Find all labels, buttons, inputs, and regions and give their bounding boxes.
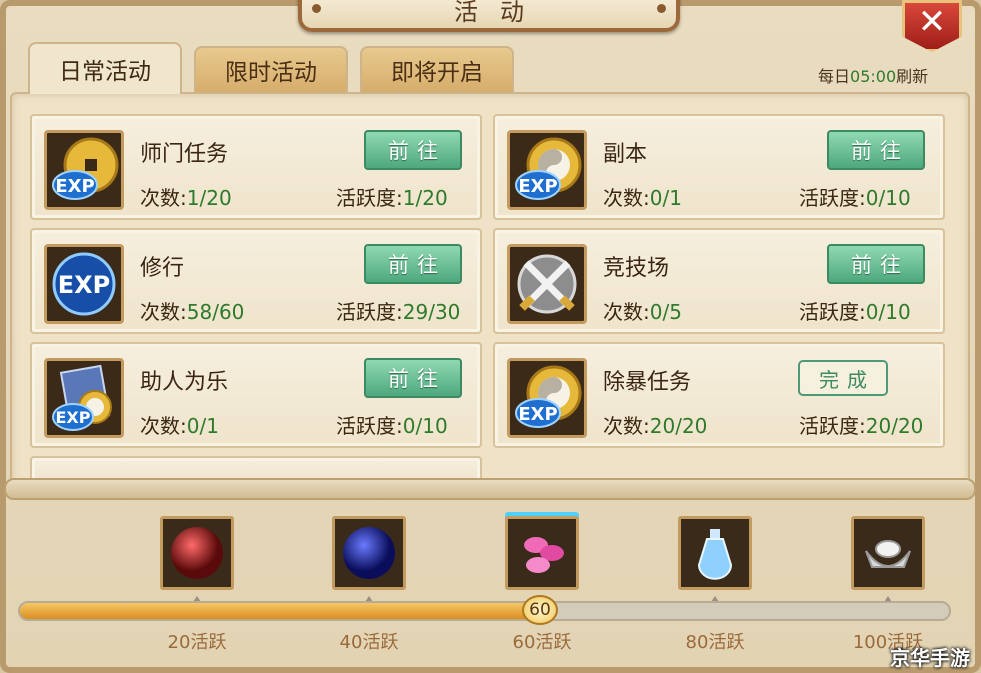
count-value: 0/1	[649, 186, 682, 210]
count-value: 20/20	[649, 414, 708, 438]
activity-text: 活跃度:20/20	[799, 410, 923, 439]
window-title: 活动	[454, 0, 546, 26]
activity-list-panel[interactable]: EXP 师门任务 次数:1/20 活跃度:1/20 前往 EXP 副本 次数:0…	[10, 92, 970, 496]
activity-progress-bar	[18, 601, 951, 621]
activity-label: 活跃度:	[336, 414, 403, 438]
activity-card: EXP 副本 次数:0/1 活跃度:0/10 前往	[493, 114, 945, 220]
count-value: 0/5	[649, 300, 682, 324]
crossed-swords-icon	[507, 244, 587, 324]
panel-bottom-rail	[4, 478, 976, 500]
tab-label: 日常活动	[59, 59, 151, 85]
activity-text: 活跃度:1/20	[336, 182, 448, 211]
pink-gems-icon[interactable]	[505, 516, 579, 590]
activity-name: 除暴任务	[603, 370, 692, 395]
exp-taiji-icon: EXP	[507, 130, 587, 210]
exp-icon: EXP	[44, 244, 124, 324]
exp-book-icon: EXP	[44, 358, 124, 438]
count-label: 次数:	[140, 414, 187, 438]
refresh-prefix: 每日	[818, 67, 851, 86]
activity-text: 活跃度:0/10	[799, 182, 911, 211]
count-text: 次数:0/5	[603, 296, 682, 325]
tab-label: 限时活动	[225, 60, 317, 86]
go-button[interactable]: 前往	[364, 130, 462, 170]
activity-name: 副本	[603, 142, 648, 167]
svg-text:EXP: EXP	[58, 271, 111, 299]
count-label: 次数:	[140, 300, 187, 324]
refresh-time: 05:00	[850, 67, 897, 86]
milestone-label: 80活跃	[685, 632, 745, 653]
count-label: 次数:	[603, 414, 650, 438]
watermark: 京华手游	[890, 646, 970, 670]
count-text: 次数:0/1	[140, 410, 219, 439]
count-label: 次数:	[603, 186, 650, 210]
activity-card: EXP 修行 次数:58/60 活跃度:29/30 前往	[30, 228, 482, 334]
activity-text: 活跃度:0/10	[799, 296, 911, 325]
refresh-suffix: 刷新	[896, 67, 929, 86]
activity-name: 助人为乐	[140, 370, 229, 395]
tab-upcoming[interactable]: 即将开启	[360, 46, 514, 92]
count-text: 次数:0/1	[603, 182, 682, 211]
activity-value: 20/20	[865, 414, 924, 438]
activity-value: 1/20	[402, 186, 448, 210]
done-button[interactable]: 完成	[798, 360, 888, 396]
activity-label: 活跃度:	[799, 186, 866, 210]
go-button[interactable]: 前往	[364, 244, 462, 284]
progress-fill	[20, 603, 545, 619]
count-value: 0/1	[186, 414, 219, 438]
potion-bottle-icon[interactable]	[678, 516, 752, 590]
milestone-label: 60活跃	[512, 632, 572, 653]
tab-limited[interactable]: 限时活动	[194, 46, 348, 92]
activity-card: 竞技场 次数:0/5 活跃度:0/10 前往	[493, 228, 945, 334]
count-text: 次数:58/60	[140, 296, 244, 325]
activity-label: 活跃度:	[799, 300, 866, 324]
tab-daily[interactable]: 日常活动	[28, 42, 182, 94]
count-text: 次数:20/20	[603, 410, 707, 439]
silver-ingot-icon[interactable]	[851, 516, 925, 590]
svg-text:EXP: EXP	[56, 408, 91, 427]
go-button[interactable]: 前往	[827, 130, 925, 170]
count-text: 次数:1/20	[140, 182, 232, 211]
blue-orb-icon[interactable]	[332, 516, 406, 590]
activity-name: 师门任务	[140, 142, 229, 167]
exp-coin-icon: EXP	[44, 130, 124, 210]
go-button[interactable]: 前往	[364, 358, 462, 398]
count-label: 次数:	[140, 186, 187, 210]
milestone-label: 40活跃	[339, 632, 399, 653]
title-plaque: 活动	[298, 0, 680, 32]
activity-name: 竞技场	[603, 256, 670, 281]
count-label: 次数:	[603, 300, 650, 324]
progress-marker: 60	[522, 595, 558, 625]
activity-card: EXP 助人为乐 次数:0/1 活跃度:0/10 前往	[30, 342, 482, 448]
count-value: 1/20	[186, 186, 232, 210]
activity-label: 活跃度:	[336, 300, 403, 324]
svg-text:EXP: EXP	[518, 176, 557, 197]
activity-label: 活跃度:	[799, 414, 866, 438]
go-button[interactable]: 前往	[827, 244, 925, 284]
activity-value: 29/30	[402, 300, 461, 324]
red-orb-icon[interactable]	[160, 516, 234, 590]
count-value: 58/60	[186, 300, 245, 324]
activity-card: EXP 师门任务 次数:1/20 活跃度:1/20 前往	[30, 114, 482, 220]
activity-value: 0/10	[865, 300, 911, 324]
milestone-label: 20活跃	[167, 632, 227, 653]
activity-text: 活跃度:0/10	[336, 410, 448, 439]
svg-text:EXP: EXP	[55, 176, 94, 197]
activity-name: 修行	[140, 256, 185, 281]
exp-taiji-icon: EXP	[507, 358, 587, 438]
close-icon: ✕	[917, 2, 947, 42]
activity-label: 活跃度:	[336, 186, 403, 210]
refresh-info: 每日05:00刷新	[818, 63, 928, 87]
activity-text: 活跃度:29/30	[336, 296, 460, 325]
activity-value: 0/10	[865, 186, 911, 210]
svg-text:EXP: EXP	[518, 404, 557, 425]
tab-label: 即将开启	[391, 60, 483, 86]
activity-value: 0/10	[402, 414, 448, 438]
